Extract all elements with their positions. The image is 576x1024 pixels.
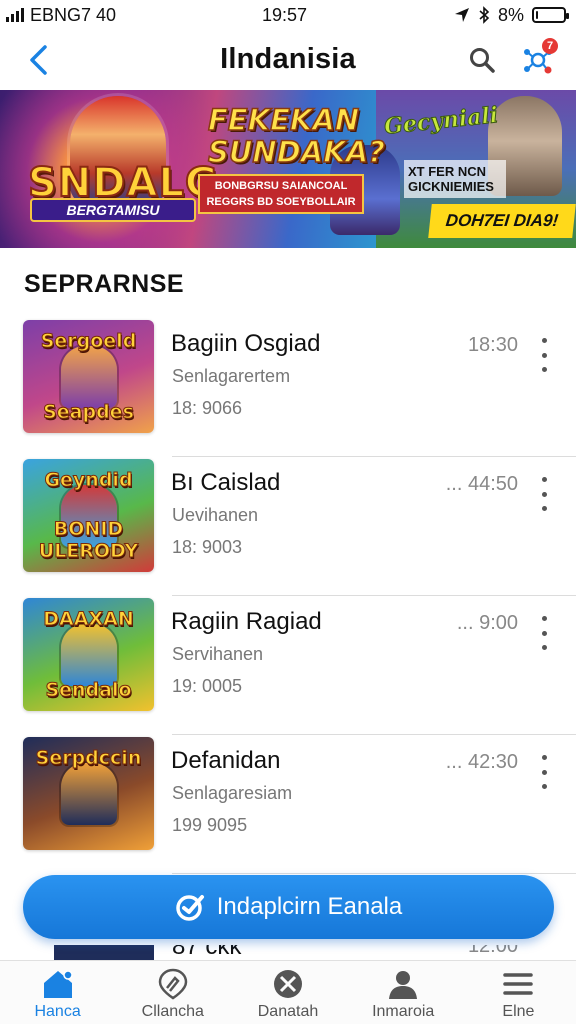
battery-fill	[536, 11, 538, 19]
peek-title: 87 ckk	[172, 945, 242, 960]
banner-strip: BONBGRSU SAIANCOAL REGGRS BD SOEYBOLLAIR	[198, 174, 364, 214]
game-subtitle: Senlagarertem	[172, 366, 291, 386]
game-thumbnail[interactable]: Geyndid BONID ULERODY	[23, 459, 154, 572]
thumbnail-title-top: Serpdccin	[35, 747, 142, 770]
thumbnail-character	[61, 763, 117, 825]
peek-thumb	[54, 945, 154, 960]
battery-percent: 8%	[497, 4, 524, 25]
game-meta: 199 9095	[172, 815, 248, 835]
status-left: EBNG7 40	[6, 5, 116, 26]
search-icon	[470, 48, 495, 73]
menu-icon	[500, 967, 536, 1001]
profile-icon	[385, 967, 421, 1001]
check-badge-icon	[176, 895, 204, 921]
thumbnail-title-top: Sergoeld	[40, 330, 137, 353]
banner-logo-sub: BERGTAMISU	[30, 198, 196, 222]
nav-item-games[interactable]: Danatah	[230, 961, 345, 1024]
carrier-label: EBNG7 40	[30, 4, 117, 25]
game-meta: 18: 9066	[172, 398, 243, 418]
game-meta: 18: 9003	[172, 537, 243, 557]
nav-item-explore[interactable]: Cllancha	[115, 961, 230, 1024]
section-title: SEPRARNSE	[24, 270, 185, 298]
thumbnail-character	[61, 346, 117, 408]
thumbnail-title-top: DAAXAN	[43, 608, 134, 631]
game-time: ... 42:30	[445, 751, 518, 773]
list-item[interactable]: DAAXAN Sendalo Ragiin Ragiad Servihanen …	[0, 596, 576, 735]
banner-side-text: XT FER NCN GICKNIEMIES	[404, 160, 506, 198]
thumbnail-character	[61, 624, 117, 686]
list-item[interactable]: Serpdccin Defanidan Senlagaresiam 199 90…	[0, 735, 576, 874]
game-thumbnail[interactable]: Serpdccin	[23, 737, 154, 850]
game-title: Defanidan	[171, 747, 281, 774]
peek-time: 12:00	[467, 945, 518, 957]
notifications-button[interactable]: 7	[516, 38, 560, 82]
more-options-icon[interactable]	[534, 616, 554, 650]
game-thumbnail[interactable]: Sergoeld Seapdes	[23, 320, 154, 433]
nav-label: Cllancha	[141, 1003, 204, 1020]
row-divider	[172, 873, 576, 874]
location-icon	[454, 8, 469, 22]
search-button[interactable]	[462, 40, 502, 80]
page-title: Ilndanisia	[220, 42, 356, 75]
status-bar: EBNG7 40 19:57 8%	[0, 0, 576, 30]
clock: 19:57	[262, 4, 308, 25]
battery-icon	[532, 7, 569, 23]
thumbnail-title-bottom: BONID ULERODY	[38, 518, 139, 563]
primary-action-label: Indaplcirn Eanala	[216, 893, 403, 920]
game-time: ... 9:00	[456, 612, 518, 634]
list-item[interactable]: Geyndid BONID ULERODY Bı Caislad Uevihan…	[0, 457, 576, 596]
list-item[interactable]: Sergoeld Seapdes Bagiin Osgiad Senlagare…	[0, 318, 576, 457]
game-subtitle: Servihanen	[172, 644, 264, 664]
game-subtitle: Uevihanen	[172, 505, 259, 525]
more-options-icon[interactable]	[534, 755, 554, 789]
home-icon	[40, 967, 76, 1001]
explore-icon	[155, 967, 191, 1001]
nav-item-profile[interactable]: Inmaroia	[346, 961, 461, 1024]
bluetooth-icon	[479, 6, 490, 24]
signal-icon	[6, 8, 24, 22]
nav-item-menu[interactable]: Elne	[461, 961, 576, 1024]
game-title: Ragiin Ragiad	[171, 608, 322, 635]
nav-item-home[interactable]: Hanca	[0, 961, 115, 1024]
nav-label: Hanca	[34, 1003, 81, 1020]
bottom-nav: Hanca Cllancha Danatah Inmaroia Elne	[0, 960, 576, 1024]
game-time: ... 44:50	[445, 473, 518, 495]
thumbnail-title-bottom: Seapdes	[43, 401, 135, 424]
game-time: 18:30	[467, 334, 518, 356]
banner-headline-line-1: FEKEKAN	[207, 103, 360, 137]
status-right: 8%	[454, 4, 569, 26]
nav-label: Danatah	[257, 1003, 319, 1020]
game-meta: 19: 0005	[172, 676, 243, 696]
app-header: Ilndanisia 7	[0, 30, 576, 88]
peek-row: 87 ckk 12:00	[0, 945, 576, 960]
notification-badge: 7	[542, 38, 558, 54]
more-options-icon[interactable]	[534, 477, 554, 511]
game-subtitle: Senlagaresiam	[172, 783, 293, 803]
chevron-left-icon	[30, 45, 47, 75]
banner-headline-line-2: SUNDAKA?	[207, 135, 385, 169]
primary-action-button[interactable]: Indaplcirn Eanala	[23, 875, 554, 939]
nav-label: Elne	[502, 1003, 535, 1020]
game-title: Bı Caislad	[171, 469, 281, 496]
back-button[interactable]	[18, 40, 58, 80]
thumbnail-title-bottom: Sendalo	[45, 679, 132, 702]
game-thumbnail[interactable]: DAAXAN Sendalo	[23, 598, 154, 711]
banner-cta[interactable]: DOH7EI DIA9!	[428, 204, 576, 238]
thumbnail-title-top: Geyndid	[44, 469, 133, 492]
games-icon	[270, 967, 306, 1001]
more-options-icon[interactable]	[534, 338, 554, 372]
promo-banner[interactable]: SNDALG BERGTAMISU FEKEKAN SUNDAKA? BONBG…	[0, 90, 576, 248]
nav-label: Inmaroia	[372, 1003, 435, 1020]
game-list: Sergoeld Seapdes Bagiin Osgiad Senlagare…	[0, 318, 576, 874]
game-title: Bagiin Osgiad	[171, 330, 321, 357]
banner-headline: FEKEKAN SUNDAKA?	[207, 103, 385, 169]
